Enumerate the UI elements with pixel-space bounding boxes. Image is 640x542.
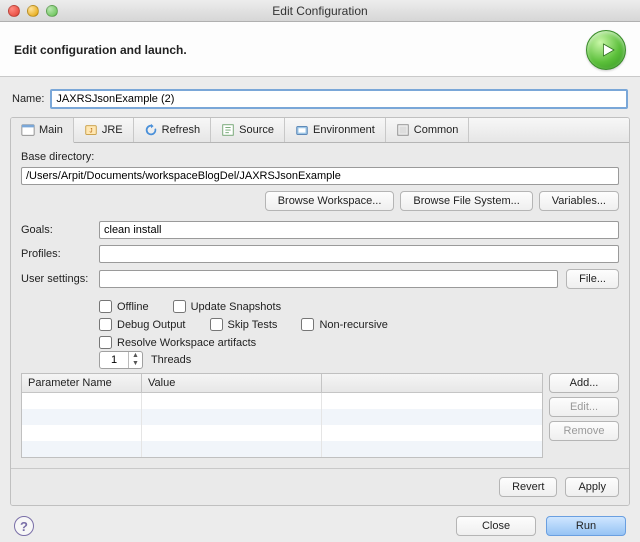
debug-output-checkbox[interactable]: Debug Output — [99, 318, 186, 331]
threads-label: Threads — [151, 354, 191, 366]
tab-jre-label: JRE — [102, 124, 123, 136]
threads-value[interactable] — [100, 354, 128, 366]
common-icon — [396, 123, 410, 137]
refresh-icon — [144, 123, 158, 137]
apply-button[interactable]: Apply — [565, 477, 619, 497]
table-header-name: Parameter Name — [22, 374, 142, 392]
tabs: Main J JRE Refresh Source Environment Co… — [11, 118, 629, 143]
titlebar: Edit Configuration — [0, 0, 640, 22]
window-title: Edit Configuration — [0, 4, 640, 18]
zoom-window-icon[interactable] — [46, 5, 58, 17]
add-button[interactable]: Add... — [549, 373, 619, 393]
tab-main[interactable]: Main — [11, 118, 74, 143]
svg-text:J: J — [89, 128, 92, 135]
name-input[interactable] — [50, 89, 628, 109]
revert-button[interactable]: Revert — [499, 477, 557, 497]
base-directory-label: Base directory: — [21, 151, 619, 163]
goals-input[interactable] — [99, 221, 619, 239]
main-icon — [21, 123, 35, 137]
tab-refresh[interactable]: Refresh — [134, 118, 212, 142]
table-header-value: Value — [142, 374, 322, 392]
tab-source[interactable]: Source — [211, 118, 285, 142]
threads-stepper[interactable]: ▲▼ — [99, 351, 143, 369]
name-label: Name: — [12, 93, 44, 105]
offline-checkbox[interactable]: Offline — [99, 300, 149, 313]
table-row[interactable] — [22, 425, 542, 441]
user-settings-label: User settings: — [21, 273, 91, 285]
tab-common[interactable]: Common — [386, 118, 470, 142]
run-icon — [586, 30, 626, 70]
close-button[interactable]: Close — [456, 516, 536, 536]
non-recursive-label: Non-recursive — [319, 319, 387, 331]
edit-button[interactable]: Edit... — [549, 397, 619, 417]
tab-common-label: Common — [414, 124, 459, 136]
skip-tests-checkbox[interactable]: Skip Tests — [210, 318, 278, 331]
skip-tests-label: Skip Tests — [228, 319, 278, 331]
browse-filesystem-button[interactable]: Browse File System... — [400, 191, 532, 211]
tab-source-label: Source — [239, 124, 274, 136]
help-icon[interactable]: ? — [14, 516, 34, 536]
minimize-window-icon[interactable] — [27, 5, 39, 17]
tab-jre[interactable]: J JRE — [74, 118, 134, 142]
offline-label: Offline — [117, 301, 149, 313]
table-row[interactable] — [22, 409, 542, 425]
source-icon — [221, 123, 235, 137]
stepper-up-icon[interactable]: ▲ — [129, 352, 142, 360]
user-settings-input[interactable] — [99, 270, 558, 288]
config-panel: Main J JRE Refresh Source Environment Co… — [10, 117, 630, 506]
parameters-table[interactable]: Parameter Name Value — [21, 373, 543, 458]
variables-button[interactable]: Variables... — [539, 191, 619, 211]
update-snapshots-checkbox[interactable]: Update Snapshots — [173, 300, 282, 313]
environment-icon — [295, 123, 309, 137]
browse-workspace-button[interactable]: Browse Workspace... — [265, 191, 395, 211]
tab-body-main: Base directory: Browse Workspace... Brow… — [11, 143, 629, 468]
tab-refresh-label: Refresh — [162, 124, 201, 136]
tab-main-label: Main — [39, 124, 63, 136]
profiles-label: Profiles: — [21, 248, 91, 260]
dialog-header: Edit configuration and launch. — [0, 22, 640, 77]
table-row[interactable] — [22, 393, 542, 409]
goals-label: Goals: — [21, 224, 91, 236]
table-row[interactable] — [22, 441, 542, 457]
tab-environment-label: Environment — [313, 124, 375, 136]
non-recursive-checkbox[interactable]: Non-recursive — [301, 318, 387, 331]
bottom-bar: ? Close Run — [0, 506, 640, 542]
stepper-down-icon[interactable]: ▼ — [129, 360, 142, 368]
file-button[interactable]: File... — [566, 269, 619, 289]
tab-environment[interactable]: Environment — [285, 118, 386, 142]
jre-icon: J — [84, 123, 98, 137]
profiles-input[interactable] — [99, 245, 619, 263]
window-controls — [8, 5, 58, 17]
remove-button[interactable]: Remove — [549, 421, 619, 441]
close-window-icon[interactable] — [8, 5, 20, 17]
base-directory-input[interactable] — [21, 167, 619, 185]
update-snapshots-label: Update Snapshots — [191, 301, 282, 313]
table-header-rest — [322, 374, 542, 392]
resolve-workspace-checkbox[interactable]: Resolve Workspace artifacts — [99, 336, 256, 349]
resolve-workspace-label: Resolve Workspace artifacts — [117, 337, 256, 349]
run-button[interactable]: Run — [546, 516, 626, 536]
name-row: Name: — [10, 81, 630, 117]
dialog-header-title: Edit configuration and launch. — [14, 43, 187, 57]
debug-output-label: Debug Output — [117, 319, 186, 331]
